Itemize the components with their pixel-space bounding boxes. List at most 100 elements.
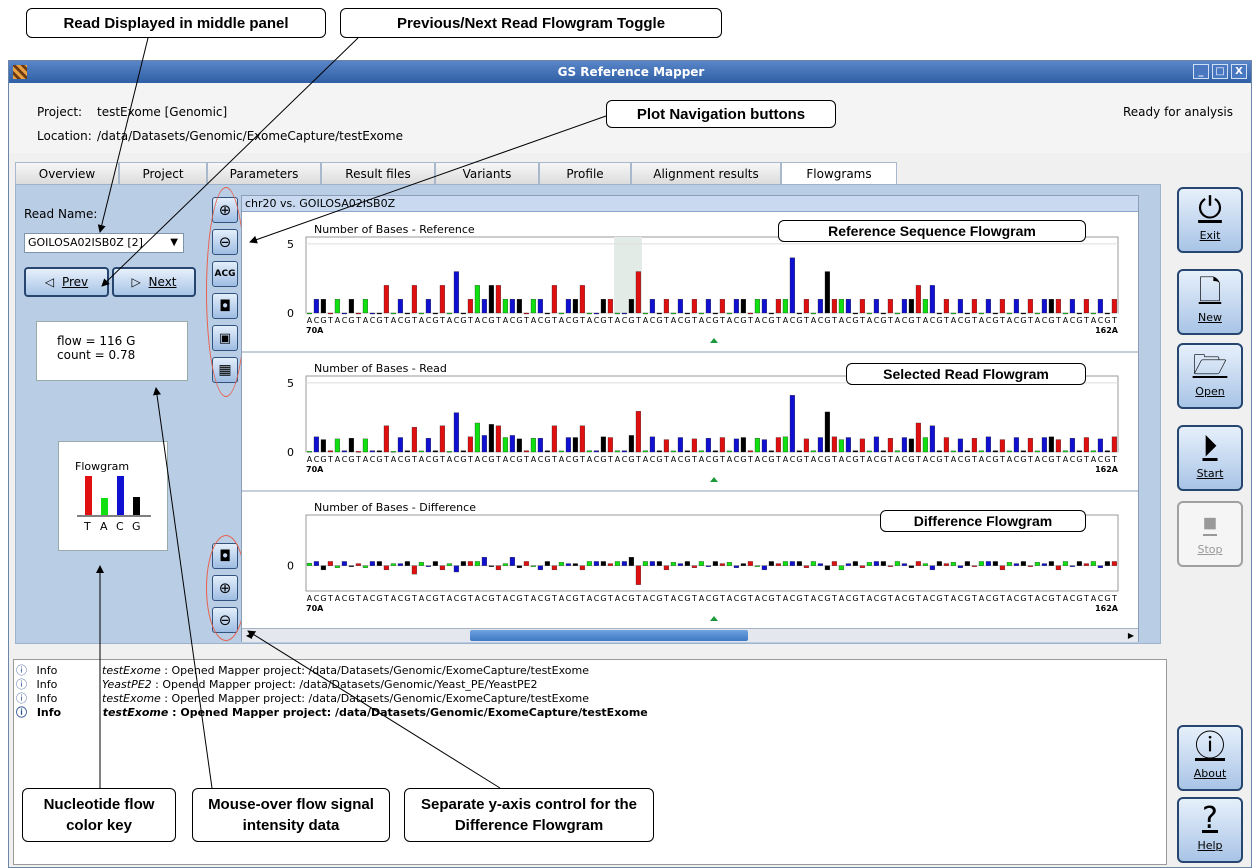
- about-label: About: [1193, 767, 1227, 780]
- flow-bar-T: [635, 271, 641, 314]
- callout-prev-next-toggle: Previous/Next Read Flowgram Toggle: [340, 8, 722, 38]
- flow-base-label: A: [727, 594, 733, 603]
- tab-variants[interactable]: Variants: [435, 162, 539, 184]
- flow-bar-G: [572, 563, 578, 566]
- tab-result-files[interactable]: Result files: [321, 162, 435, 184]
- flow-base-label: G: [572, 455, 578, 464]
- flow-bar-G: [964, 312, 970, 315]
- flow-bar-A: [474, 561, 480, 566]
- flow-bar-G: [432, 561, 438, 566]
- flow-base-label: T: [467, 594, 473, 603]
- flow-bar-C: [397, 563, 403, 566]
- flow-bar-G: [740, 563, 746, 566]
- log-project: testExome: [102, 664, 161, 677]
- flow-bar-T: [999, 439, 1005, 453]
- start-button[interactable]: ⏵ Start: [1177, 425, 1243, 491]
- flow-bar-A: [558, 562, 564, 566]
- flow-bar-G: [656, 312, 662, 315]
- maximize-button[interactable]: □: [1212, 64, 1228, 79]
- flow-bar-T: [915, 285, 921, 314]
- flow-bar-T: [859, 438, 865, 453]
- flow-base-label: A: [335, 594, 341, 603]
- flow-base-label: T: [971, 316, 977, 325]
- about-button[interactable]: ⓘ About: [1177, 725, 1243, 791]
- stop-button[interactable]: ⏹ Stop: [1177, 501, 1243, 567]
- flow-bar-G: [1020, 450, 1026, 453]
- open-button[interactable]: 🗁 Open: [1177, 343, 1243, 409]
- flow-base-label: T: [691, 316, 697, 325]
- chart-title: Number of Bases - Read: [314, 362, 447, 375]
- prev-button[interactable]: ◁ Prev: [24, 267, 109, 297]
- flow-bar-G: [1048, 436, 1054, 453]
- flow-bar-A: [1062, 312, 1068, 315]
- exit-button[interactable]: ⏻ Exit: [1177, 187, 1243, 253]
- location-label: Location:: [37, 129, 92, 143]
- scroll-right-button[interactable]: ▶: [1124, 629, 1138, 642]
- tab-project[interactable]: Project: [119, 162, 207, 184]
- flow-base-label: T: [411, 455, 417, 464]
- flow-base-label: T: [747, 316, 753, 325]
- tab-alignment-results[interactable]: Alignment results: [631, 162, 781, 184]
- flow-base-label: A: [503, 316, 509, 325]
- flow-base-label: A: [839, 594, 845, 603]
- flow-bar-T: [999, 299, 1005, 314]
- tab-overview[interactable]: Overview: [15, 162, 119, 184]
- tab-flowgrams[interactable]: Flowgrams: [781, 162, 897, 185]
- flow-bar-T: [579, 285, 585, 314]
- flow-bar-A: [418, 312, 424, 315]
- flow-bar-T: [1111, 561, 1117, 566]
- flow-bar-T: [1027, 438, 1033, 453]
- flow-bar-C: [397, 437, 403, 453]
- flow-base-label: T: [775, 594, 781, 603]
- flow-bar-T: [523, 450, 529, 453]
- next-button[interactable]: ▷ Next: [112, 267, 196, 297]
- flow-bar-G: [992, 312, 998, 315]
- flow-base-label: T: [831, 455, 837, 464]
- flow-bar-C: [901, 437, 907, 453]
- close-button[interactable]: X: [1231, 64, 1247, 79]
- horizontal-scrollbar[interactable]: ◀ ▶: [242, 628, 1138, 642]
- flow-base-label: A: [923, 316, 929, 325]
- flow-bar-A: [1090, 561, 1096, 566]
- flow-base-label: C: [1042, 316, 1048, 325]
- help-button[interactable]: ? Help: [1177, 797, 1243, 863]
- flow-base-label: A: [391, 316, 397, 325]
- minimize-button[interactable]: _: [1193, 64, 1209, 79]
- flow-bar-A: [530, 438, 536, 453]
- new-button[interactable]: 🗋 New: [1177, 269, 1243, 335]
- flow-bar-C: [985, 436, 991, 453]
- flow-bar-G: [712, 312, 718, 315]
- flow-base-label: G: [1104, 316, 1110, 325]
- flow-base-label: A: [923, 455, 929, 464]
- scroll-left-button[interactable]: ◀: [242, 629, 256, 642]
- flow-bar-C: [1097, 299, 1103, 314]
- flow-bar-G: [740, 299, 746, 314]
- flow-bar-T: [915, 422, 921, 453]
- flow-bar-C: [761, 299, 767, 314]
- flow-bar-C: [761, 565, 767, 571]
- flow-base-label: T: [887, 316, 893, 325]
- read-name-select[interactable]: GOILOSA02ISB0Z [2] ▼: [24, 233, 184, 253]
- flow-base-label: A: [363, 455, 369, 464]
- flow-base-label: G: [768, 455, 774, 464]
- callout-nucleotide-key: Nucleotide flow color key: [22, 788, 176, 842]
- flow-bar-T: [607, 437, 613, 453]
- flow-bar-G: [684, 450, 690, 453]
- flow-base-label: T: [999, 316, 1005, 325]
- play-icon: ⏵: [1202, 429, 1218, 464]
- flow-bar-T: [327, 450, 333, 453]
- flow-base-label: T: [915, 455, 921, 464]
- flow-base-label: T: [1111, 455, 1117, 464]
- flow-base-label: G: [1076, 316, 1082, 325]
- tab-parameters[interactable]: Parameters: [207, 162, 321, 184]
- scroll-thumb[interactable]: [470, 630, 748, 641]
- tab-label: Variants: [462, 167, 512, 181]
- flow-bar-G: [404, 312, 410, 315]
- flow-bar-A: [838, 565, 844, 571]
- flow-base-label: T: [1083, 316, 1089, 325]
- flow-base-label: C: [734, 455, 740, 464]
- flow-bar-A: [922, 563, 928, 566]
- flow-base-label: C: [1014, 316, 1020, 325]
- flow-bar-A: [950, 450, 956, 453]
- tab-profile[interactable]: Profile: [539, 162, 631, 184]
